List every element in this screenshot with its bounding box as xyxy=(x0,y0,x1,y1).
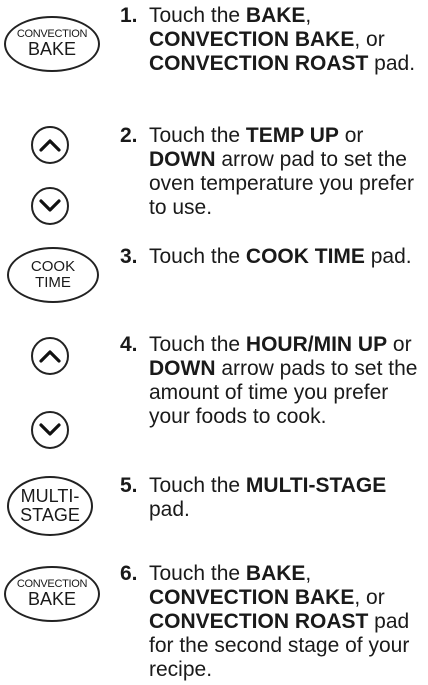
step-number: 2. xyxy=(120,124,138,147)
step-text: Touch the TEMP UP or DOWN arrow pad to s… xyxy=(149,124,428,220)
step-text-run: Touch the xyxy=(149,245,246,268)
bold-term: CONVECTION ROAST xyxy=(149,52,369,75)
step-text-run: or xyxy=(387,333,412,356)
multi-stage-pad-icon: MULTI- STAGE xyxy=(7,476,93,536)
step-text-run: , or xyxy=(354,28,385,51)
step-text-run: pad. xyxy=(149,498,190,521)
bold-term: CONVECTION ROAST xyxy=(149,610,369,633)
bold-term: DOWN xyxy=(149,357,216,380)
step-text-run: Touch the xyxy=(149,4,246,27)
step-number: 5. xyxy=(120,474,138,497)
step-text-run: or xyxy=(338,124,364,147)
step-number: 4. xyxy=(120,333,138,356)
step-text-run: Touch the xyxy=(149,474,246,497)
bold-term: BAKE xyxy=(245,562,306,585)
step-text: Touch the BAKE, CONVECTION BAKE, or CONV… xyxy=(149,4,428,76)
step-text-run: Touch the xyxy=(149,562,246,585)
bold-term: CONVECTION BAKE xyxy=(149,28,355,51)
bold-term: HOUR/MIN UP xyxy=(245,333,388,356)
step-number: 1. xyxy=(120,4,138,27)
bold-term: BAKE xyxy=(245,4,306,27)
up-arrow-pad-icon xyxy=(31,337,69,375)
step-text-run: Touch the xyxy=(149,124,246,147)
step-number: 6. xyxy=(120,562,138,585)
step-text-run: , xyxy=(305,4,312,27)
pad-label-line2: TIME xyxy=(35,274,71,291)
pad-label-line1: COOK xyxy=(30,258,76,276)
step-number: 3. xyxy=(120,245,138,268)
step-text: Touch the BAKE, CONVECTION BAKE, or CONV… xyxy=(149,562,428,682)
step-text-run: pad. xyxy=(368,52,416,75)
pad-label-line2: BAKE xyxy=(27,589,77,610)
pad-label-line2: BAKE xyxy=(27,39,77,60)
step-text-run: , xyxy=(305,562,312,585)
bold-term: COOK TIME xyxy=(245,245,365,268)
down-arrow-pad-icon xyxy=(31,411,69,449)
pad-label-line1: MULTI- xyxy=(20,486,80,507)
convection-bake-pad-icon: CONVECTION BAKE xyxy=(4,566,100,622)
step-text-run: , or xyxy=(354,586,385,609)
bold-term: TEMP UP xyxy=(245,124,339,147)
bold-term: DOWN xyxy=(149,148,216,171)
cook-time-pad-icon: COOK TIME xyxy=(7,247,99,303)
step-text: Touch the HOUR/MIN UP or DOWN arrow pads… xyxy=(149,333,428,429)
step-text-run: pad. xyxy=(364,245,412,268)
convection-bake-pad-icon: CONVECTION BAKE xyxy=(4,16,100,72)
step-text: Touch the COOK TIME pad. xyxy=(149,245,428,269)
step-text-run: Touch the xyxy=(149,333,246,356)
up-arrow-pad-icon xyxy=(31,126,69,164)
bold-term: CONVECTION BAKE xyxy=(149,586,355,609)
pad-label-line2: STAGE xyxy=(20,505,80,525)
bold-term: MULTI-STAGE xyxy=(245,474,387,497)
step-text: Touch the MULTI-STAGE pad. xyxy=(149,474,428,522)
down-arrow-pad-icon xyxy=(31,187,69,225)
